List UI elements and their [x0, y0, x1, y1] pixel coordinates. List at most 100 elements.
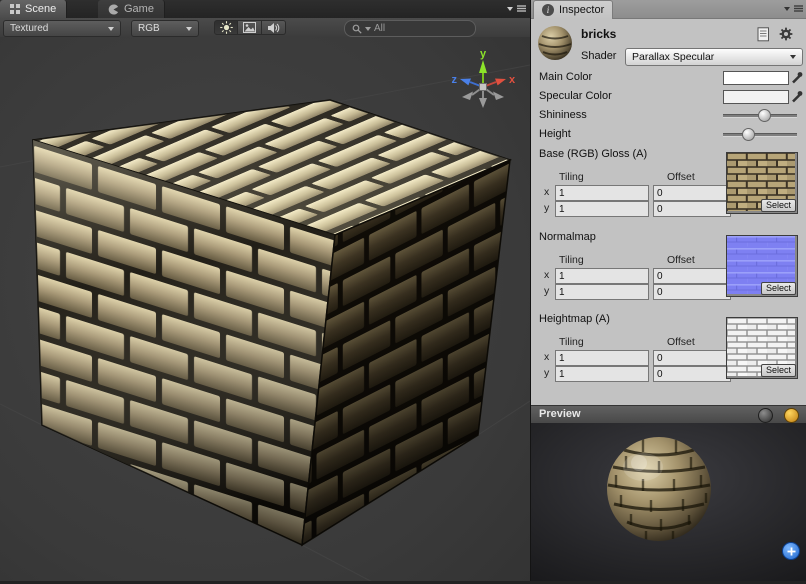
speaker-icon: [267, 22, 280, 34]
shininess-row: Shininess: [531, 108, 806, 124]
preview-title: Preview: [539, 408, 581, 420]
plus-icon: [787, 547, 796, 556]
gizmo-y-label: y: [480, 48, 487, 60]
base-texture-thumbnail[interactable]: Select: [726, 152, 798, 214]
main-color-label: Main Color: [539, 71, 592, 83]
y-axis-label: y: [544, 367, 549, 379]
section-title: Base (RGB) Gloss (A): [539, 148, 647, 160]
material-sphere-icon: [536, 24, 574, 62]
y-axis-label: y: [544, 285, 549, 297]
shader-dropdown[interactable]: Parallax Specular: [625, 48, 803, 66]
tab-scene[interactable]: Scene: [0, 0, 67, 18]
height-label: Height: [539, 128, 571, 140]
doc-icon[interactable]: [757, 27, 770, 42]
tab-inspector[interactable]: i Inspector: [533, 0, 613, 19]
scene-viewport[interactable]: y x z: [0, 37, 530, 581]
hamburger-icon: [517, 4, 526, 13]
eyedropper-icon[interactable]: [790, 89, 803, 103]
heightmap-texture-thumbnail[interactable]: Select: [726, 317, 798, 379]
scene-search-field[interactable]: All: [344, 20, 476, 37]
scene-panel: Scene Game Textured RGB: [0, 0, 530, 581]
height-slider-thumb[interactable]: [742, 128, 755, 141]
section-title: Normalmap: [539, 231, 596, 243]
preview-canvas[interactable]: [531, 423, 806, 581]
offset-header: Offset: [667, 336, 695, 348]
height-slider[interactable]: [723, 127, 797, 141]
specular-color-swatch[interactable]: [723, 90, 789, 104]
base-y-offset-input[interactable]: [653, 201, 731, 217]
shininess-slider-thumb[interactable]: [758, 109, 771, 122]
base-x-offset-input[interactable]: [653, 185, 731, 201]
draw-mode-dropdown[interactable]: Textured: [3, 20, 121, 37]
eyedropper-icon[interactable]: [790, 70, 803, 84]
preview-header[interactable]: Preview: [531, 405, 806, 425]
normalmap-y-tiling-input[interactable]: [555, 284, 649, 300]
material-header: bricks Shader Parallax Specular: [531, 20, 806, 66]
scene-tabstrip: Scene Game: [0, 0, 530, 19]
gizmo-z-label: z: [452, 74, 458, 86]
base-texture-select-button[interactable]: Select: [761, 199, 796, 212]
tab-game-label: Game: [124, 3, 154, 15]
heightmap-texture-select-button[interactable]: Select: [761, 364, 796, 377]
preview-lighting-button[interactable]: [784, 408, 799, 423]
shininess-label: Shininess: [539, 109, 587, 121]
height-row: Height: [531, 127, 806, 143]
heightmap-x-tiling-input[interactable]: [555, 350, 649, 366]
normalmap-texture-select-button[interactable]: Select: [761, 282, 796, 295]
shininess-slider[interactable]: [723, 108, 797, 122]
specular-color-label: Specular Color: [539, 90, 612, 102]
tab-scene-label: Scene: [25, 3, 56, 15]
specular-color-row: Specular Color: [531, 89, 806, 105]
normalmap-y-offset-input[interactable]: [653, 284, 731, 300]
offset-header: Offset: [667, 171, 695, 183]
x-axis-label: x: [544, 351, 549, 363]
tiling-header: Tiling: [559, 254, 584, 266]
search-filter-arrow-icon: [365, 27, 371, 31]
normalmap-texture-thumbnail[interactable]: Select: [726, 235, 798, 297]
info-icon: i: [542, 4, 554, 16]
heightmap-y-offset-input[interactable]: [653, 366, 731, 382]
dropdown-arrow-icon: [507, 7, 513, 11]
texture-section-normalmap: Normalmap Tiling Offset x y: [531, 231, 806, 303]
normalmap-x-tiling-input[interactable]: [555, 268, 649, 284]
inspector-tab-menu[interactable]: [784, 4, 803, 13]
scene-tab-menu[interactable]: [507, 4, 526, 13]
tab-inspector-label: Inspector: [559, 4, 604, 16]
main-color-swatch[interactable]: [723, 71, 789, 85]
scene-grid-icon: [10, 4, 20, 14]
draw-mode-value: Textured: [10, 23, 48, 34]
x-axis-label: x: [544, 269, 549, 281]
tiling-header: Tiling: [559, 336, 584, 348]
dropdown-arrow-icon: [186, 27, 192, 31]
gizmo-center-cube: [480, 84, 487, 91]
audio-toggle-button[interactable]: [262, 20, 286, 35]
heightmap-y-tiling-input[interactable]: [555, 366, 649, 382]
game-icon: [108, 4, 119, 15]
render-mode-value: RGB: [138, 23, 160, 34]
scene-toolbar: Textured RGB: [0, 18, 530, 38]
heightmap-x-offset-input[interactable]: [653, 350, 731, 366]
inspector-tabstrip: i Inspector: [531, 0, 806, 19]
dropdown-arrow-icon: [108, 27, 114, 31]
preview-sphere: [531, 423, 806, 581]
search-filter-label: All: [374, 23, 385, 34]
base-x-tiling-input[interactable]: [555, 185, 649, 201]
tab-game[interactable]: Game: [98, 0, 165, 18]
preview-model-button[interactable]: [758, 408, 773, 423]
texture-section-heightmap: Heightmap (A) Tiling Offset x y: [531, 313, 806, 385]
tiling-header: Tiling: [559, 171, 584, 183]
lighting-toggle-button[interactable]: [214, 20, 238, 35]
preview-add-button[interactable]: [782, 542, 800, 560]
gear-icon[interactable]: [779, 27, 793, 41]
base-y-tiling-input[interactable]: [555, 201, 649, 217]
render-mode-dropdown[interactable]: RGB: [131, 20, 199, 37]
normalmap-x-offset-input[interactable]: [653, 268, 731, 284]
shader-label: Shader: [581, 50, 616, 62]
y-axis-label: y: [544, 202, 549, 214]
gizmo-x-label: x: [509, 74, 516, 86]
skybox-toggle-button[interactable]: [238, 20, 262, 35]
dropdown-arrow-icon: [790, 55, 796, 59]
slider-track: [723, 133, 797, 137]
dropdown-arrow-icon: [784, 7, 790, 11]
unity-editor-window: Scene Game Textured RGB: [0, 0, 806, 581]
